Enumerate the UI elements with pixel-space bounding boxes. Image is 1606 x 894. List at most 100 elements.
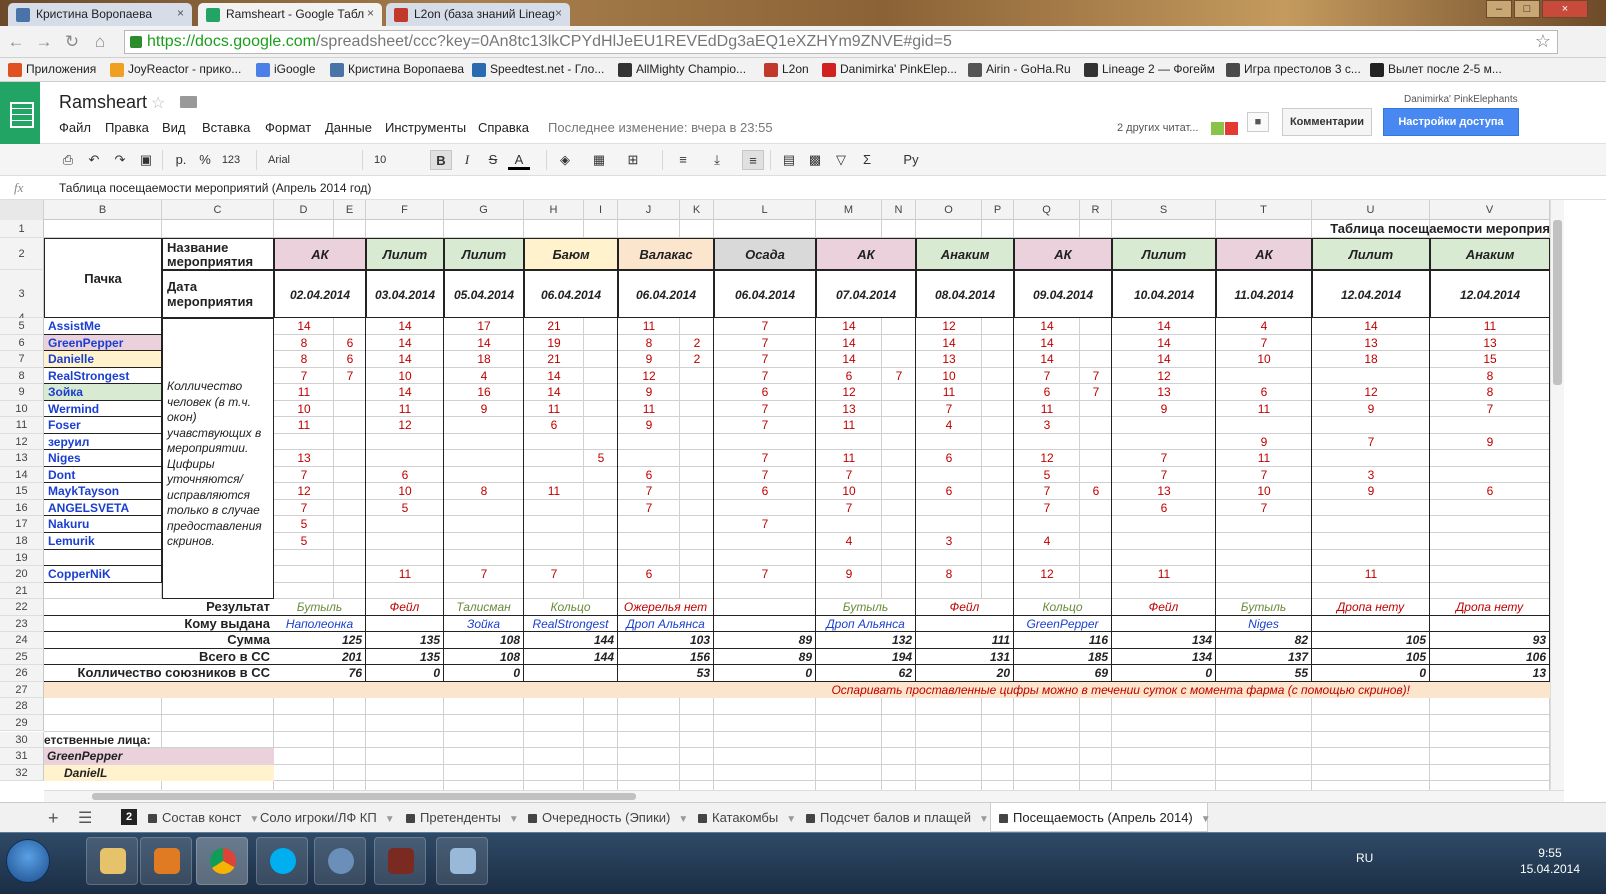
attendance-cell[interactable] xyxy=(680,533,714,550)
attendance-cell[interactable] xyxy=(1430,467,1550,484)
bookmark-item[interactable]: L2on xyxy=(764,62,809,77)
attendance-cell[interactable]: 7 xyxy=(816,467,882,484)
attendance-cell[interactable]: 17 xyxy=(444,318,524,335)
chevron-down-icon[interactable]: ▼ xyxy=(509,814,519,825)
attendance-cell[interactable]: 7 xyxy=(618,500,680,517)
column-header[interactable]: V xyxy=(1430,200,1550,220)
attendance-cell[interactable] xyxy=(982,483,1014,500)
attendance-cell[interactable]: 6 xyxy=(1080,483,1112,500)
sum-cell[interactable]: 125 xyxy=(274,632,366,649)
attendance-cell[interactable]: 7 xyxy=(1112,450,1216,467)
attendance-cell[interactable] xyxy=(1080,566,1112,583)
vertical-scrollbar[interactable] xyxy=(1550,200,1564,790)
attendance-cell[interactable]: 11 xyxy=(274,417,334,434)
attendance-cell[interactable] xyxy=(524,550,584,567)
sum-cell[interactable]: 116 xyxy=(1014,632,1112,649)
attendance-cell[interactable] xyxy=(982,368,1014,385)
attendance-cell[interactable]: 10 xyxy=(1216,351,1312,368)
player-name[interactable] xyxy=(44,549,162,567)
event-name-cell[interactable]: Лилит xyxy=(1312,238,1430,270)
spreadsheet-grid[interactable]: BCDEFGHIJKLMNOPQRSTUV 123456789101112131… xyxy=(0,200,1550,790)
row-header[interactable]: 2 xyxy=(0,238,44,270)
chevron-down-icon[interactable]: ▼ xyxy=(678,814,688,825)
row-header[interactable]: 28 xyxy=(0,698,44,715)
attendance-cell[interactable]: 14 xyxy=(524,368,584,385)
paint-task[interactable] xyxy=(436,837,488,885)
attendance-cell[interactable] xyxy=(1080,351,1112,368)
attendance-cell[interactable] xyxy=(680,500,714,517)
attendance-cell[interactable]: 11 xyxy=(1216,450,1312,467)
sheet-tab[interactable]: Катакомбы ▼ xyxy=(690,803,796,832)
attendance-cell[interactable]: 5 xyxy=(274,516,334,533)
attendance-cell[interactable] xyxy=(680,550,714,567)
attendance-cell[interactable] xyxy=(584,384,618,401)
address-bar[interactable]: https://docs.google.com/spreadsheet/ccc?… xyxy=(124,30,1558,54)
redo-icon[interactable]: ↷ xyxy=(110,150,130,170)
attendance-cell[interactable]: 8 xyxy=(618,335,680,352)
allies-cell[interactable]: 0 xyxy=(714,665,816,682)
result-cell[interactable]: Ожерелья нет xyxy=(618,599,714,616)
attendance-cell[interactable] xyxy=(882,516,916,533)
row-header[interactable]: 22 xyxy=(0,599,44,616)
attendance-cell[interactable] xyxy=(982,467,1014,484)
close-tab-icon[interactable]: × xyxy=(367,6,374,20)
attendance-cell[interactable] xyxy=(1014,516,1080,533)
sum-cell[interactable]: 105 xyxy=(1312,632,1430,649)
maximize-icon[interactable]: □ xyxy=(1514,0,1540,18)
attendance-cell[interactable]: 7 xyxy=(714,351,816,368)
attendance-cell[interactable] xyxy=(1080,335,1112,352)
attendance-cell[interactable] xyxy=(714,533,816,550)
attendance-cell[interactable]: 7 xyxy=(274,368,334,385)
attendance-cell[interactable] xyxy=(584,467,618,484)
attendance-cell[interactable]: 6 xyxy=(1216,384,1312,401)
attendance-cell[interactable]: 14 xyxy=(366,335,444,352)
attendance-cell[interactable] xyxy=(1080,401,1112,418)
attendance-cell[interactable]: 6 xyxy=(1430,483,1550,500)
total-cell[interactable]: 201 xyxy=(274,648,366,666)
reload-icon[interactable]: ↻ xyxy=(62,32,82,52)
result-cell[interactable]: Бутыль xyxy=(1216,599,1312,616)
attendance-cell[interactable]: 7 xyxy=(1430,401,1550,418)
row-header[interactable]: 6 xyxy=(0,334,44,352)
attendance-cell[interactable]: 7 xyxy=(444,566,524,583)
row-header[interactable]: 32 xyxy=(0,764,44,782)
row-header[interactable]: 12 xyxy=(0,433,44,451)
allies-cell[interactable]: 13 xyxy=(1430,665,1550,682)
attendance-cell[interactable]: 12 xyxy=(274,483,334,500)
folder-icon[interactable] xyxy=(180,96,197,108)
column-header[interactable]: G xyxy=(444,200,524,220)
attendance-cell[interactable] xyxy=(680,434,714,451)
attendance-cell[interactable] xyxy=(680,384,714,401)
media-player-task[interactable] xyxy=(140,837,192,885)
attendance-cell[interactable]: 19 xyxy=(524,335,584,352)
attendance-cell[interactable] xyxy=(1312,500,1430,517)
attendance-cell[interactable]: 5 xyxy=(1014,467,1080,484)
attendance-cell[interactable]: 7 xyxy=(1014,500,1080,517)
recipient-cell[interactable] xyxy=(916,615,1014,633)
sheet-tab[interactable]: Состав конст ▼ xyxy=(140,803,259,832)
attendance-cell[interactable] xyxy=(334,533,366,550)
result-cell[interactable]: Дропа нету xyxy=(1312,599,1430,616)
attendance-cell[interactable] xyxy=(1430,566,1550,583)
sheet-tab[interactable]: Очередность (Эпики) ▼ xyxy=(520,803,688,832)
row-header[interactable]: 5 xyxy=(0,318,44,335)
player-name[interactable]: ANGELSVETA xyxy=(44,499,162,517)
event-date-cell[interactable]: 10.04.2014 xyxy=(1112,270,1216,318)
attendance-cell[interactable] xyxy=(982,401,1014,418)
attendance-cell[interactable] xyxy=(1112,550,1216,567)
attendance-cell[interactable]: 4 xyxy=(1014,533,1080,550)
wrap-text-icon[interactable]: ≡ xyxy=(742,150,764,170)
row-header[interactable]: 9 xyxy=(0,384,44,401)
attendance-cell[interactable] xyxy=(1430,550,1550,567)
recipient-cell[interactable] xyxy=(714,615,816,633)
menu-item[interactable]: Справка xyxy=(478,120,529,135)
attendance-cell[interactable] xyxy=(524,500,584,517)
event-name-cell[interactable]: Осада xyxy=(714,238,816,270)
attendance-cell[interactable] xyxy=(1430,417,1550,434)
attendance-cell[interactable] xyxy=(982,500,1014,517)
attendance-cell[interactable]: 13 xyxy=(816,401,882,418)
player-name[interactable]: RealStrongest xyxy=(44,367,162,385)
attendance-cell[interactable]: 14 xyxy=(1312,318,1430,335)
event-date-cell[interactable]: 02.04.2014 xyxy=(274,270,366,318)
attendance-cell[interactable]: 15 xyxy=(1430,351,1550,368)
